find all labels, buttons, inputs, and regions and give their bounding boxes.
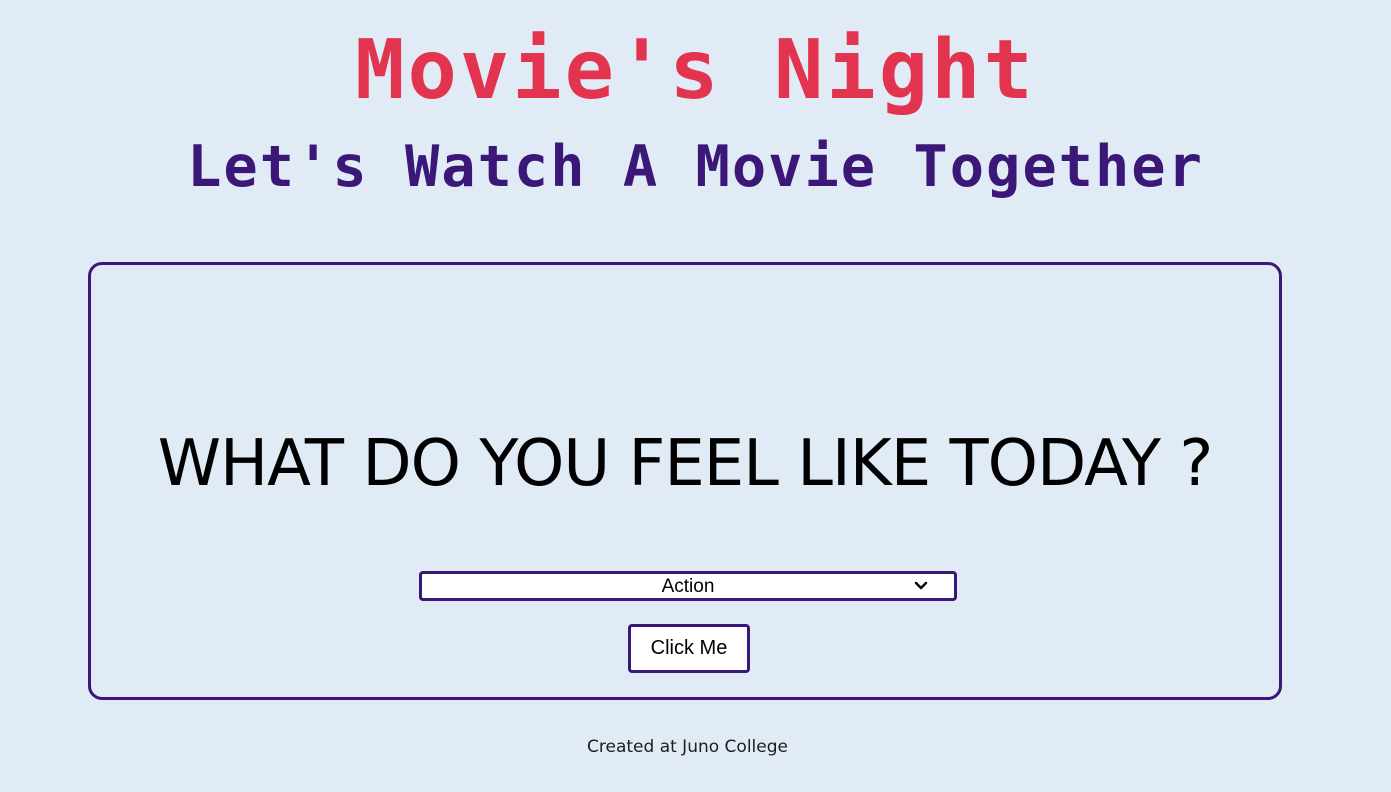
genre-card: WHAT DO YOU FEEL LIKE TODAY ? Action Cli… <box>88 262 1282 700</box>
page-title: Movie's Night <box>355 23 1036 118</box>
page-subtitle: Let's Watch A Movie Together <box>187 134 1204 200</box>
question-heading: WHAT DO YOU FEEL LIKE TODAY ? <box>157 427 1214 501</box>
click-me-button[interactable]: Click Me <box>628 624 750 673</box>
chevron-down-icon <box>914 581 928 590</box>
genre-select[interactable]: Action <box>419 571 957 601</box>
footer-credit: Created at Juno College <box>587 737 788 757</box>
genre-select-value: Action <box>661 576 715 597</box>
